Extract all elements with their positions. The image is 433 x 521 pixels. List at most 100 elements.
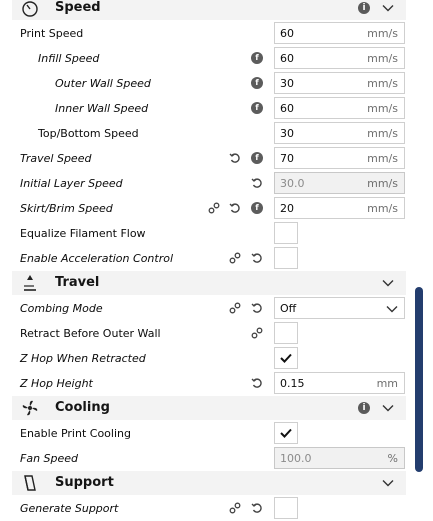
function-icon[interactable]: f: [251, 77, 263, 89]
scrollbar-thumb[interactable]: [415, 287, 423, 472]
setting-row-z-hop-when-retracted: Z Hop When Retracted: [0, 346, 410, 371]
setting-label: Top/Bottom Speed: [38, 127, 139, 140]
field-unit: mm/s: [367, 102, 398, 115]
category-support-header[interactable]: Support: [12, 471, 406, 495]
reset-icon[interactable]: [229, 152, 241, 164]
setting-row-combing-mode: Combing Mode Off: [0, 296, 410, 321]
checkmark-icon: [280, 353, 292, 363]
skirt-brim-speed-input[interactable]: 20 mm/s: [274, 197, 405, 219]
setting-row-enable-print-cooling: Enable Print Cooling: [0, 421, 410, 446]
info-icon[interactable]: i: [358, 2, 370, 14]
infill-speed-input[interactable]: 60 mm/s: [274, 47, 405, 69]
link-icon[interactable]: [229, 252, 241, 264]
function-icon[interactable]: f: [251, 52, 263, 64]
field-value: 30.0: [280, 177, 305, 190]
setting-label: Enable Acceleration Control: [20, 252, 174, 265]
link-icon[interactable]: [208, 202, 220, 214]
support-icon: [24, 475, 36, 491]
link-icon[interactable]: [251, 327, 263, 339]
setting-label: Enable Print Cooling: [20, 427, 131, 440]
field-unit: mm/s: [367, 27, 398, 40]
reset-icon[interactable]: [229, 202, 241, 214]
inner-wall-speed-input[interactable]: 60 mm/s: [274, 97, 405, 119]
category-cooling-title: Cooling: [55, 400, 110, 415]
setting-label: Infill Speed: [38, 52, 100, 65]
enable-acceleration-control-checkbox[interactable]: [274, 247, 298, 269]
equalize-filament-flow-checkbox[interactable]: [274, 222, 298, 244]
generate-support-checkbox[interactable]: [274, 497, 298, 519]
chevron-down-icon[interactable]: [382, 2, 394, 14]
function-icon[interactable]: f: [251, 102, 263, 114]
setting-row-retract-before-outer-wall: Retract Before Outer Wall: [0, 321, 410, 346]
reset-icon[interactable]: [251, 502, 263, 514]
category-support-title: Support: [55, 475, 114, 490]
field-unit: mm/s: [367, 127, 398, 140]
field-value: 70: [280, 152, 294, 165]
checkmark-icon: [280, 428, 292, 438]
chevron-down-icon[interactable]: [382, 477, 394, 489]
setting-row-top-bottom-speed: Top/Bottom Speed 30 mm/s: [0, 121, 410, 146]
z-hop-height-input[interactable]: 0.15 mm: [274, 372, 405, 394]
category-travel-title: Travel: [55, 275, 100, 290]
field-value: 30: [280, 77, 294, 90]
cooling-icon: [22, 400, 38, 416]
print-speed-input[interactable]: 60 mm/s: [274, 22, 405, 44]
link-icon[interactable]: [229, 302, 241, 314]
field-unit: mm/s: [367, 77, 398, 90]
setting-row-outer-wall-speed: Outer Wall Speed f 30 mm/s: [0, 71, 410, 96]
info-icon[interactable]: i: [358, 402, 370, 414]
field-value: 20: [280, 202, 294, 215]
field-unit: %: [387, 452, 398, 465]
field-unit: mm/s: [367, 152, 398, 165]
setting-row-infill-speed: Infill Speed f 60 mm/s: [0, 46, 410, 71]
reset-icon[interactable]: [251, 177, 263, 189]
reset-icon[interactable]: [251, 377, 263, 389]
reset-icon[interactable]: [251, 252, 263, 264]
category-cooling-header[interactable]: Cooling i: [12, 396, 406, 420]
field-value: 0.15: [280, 377, 305, 390]
speed-icon: [22, 1, 38, 17]
initial-layer-speed-input[interactable]: 30.0 mm/s: [274, 172, 405, 194]
setting-label: Outer Wall Speed: [55, 77, 151, 90]
category-speed-header[interactable]: Speed i: [12, 0, 406, 20]
link-icon[interactable]: [229, 502, 241, 514]
setting-row-z-hop-height: Z Hop Height 0.15 mm: [0, 371, 410, 396]
setting-label: Fan Speed: [20, 452, 79, 465]
field-value: 60: [280, 27, 294, 40]
setting-label: Skirt/Brim Speed: [20, 202, 113, 215]
z-hop-when-retracted-checkbox[interactable]: [274, 347, 298, 369]
setting-row-enable-acceleration-control: Enable Acceleration Control: [0, 246, 410, 271]
reset-icon[interactable]: [251, 302, 263, 314]
field-unit: mm/s: [367, 52, 398, 65]
field-unit: mm/s: [367, 177, 398, 190]
category-speed-title: Speed: [55, 0, 101, 15]
setting-row-equalize-filament-flow: Equalize Filament Flow: [0, 221, 410, 246]
travel-speed-input[interactable]: 70 mm/s: [274, 147, 405, 169]
setting-label: Inner Wall Speed: [55, 102, 149, 115]
field-value: 100.0: [280, 452, 312, 465]
field-value: 60: [280, 52, 294, 65]
setting-row-inner-wall-speed: Inner Wall Speed f 60 mm/s: [0, 96, 410, 121]
field-value: 60: [280, 102, 294, 115]
category-travel-header[interactable]: Travel: [12, 271, 406, 295]
retract-before-outer-wall-checkbox[interactable]: [274, 322, 298, 344]
setting-row-skirt-brim-speed: Skirt/Brim Speed f 20 mm/s: [0, 196, 410, 221]
function-icon[interactable]: f: [251, 202, 263, 214]
setting-label: Initial Layer Speed: [20, 177, 123, 190]
outer-wall-speed-input[interactable]: 30 mm/s: [274, 72, 405, 94]
setting-label: Travel Speed: [20, 152, 92, 165]
top-bottom-speed-input[interactable]: 30 mm/s: [274, 122, 405, 144]
combing-mode-select[interactable]: Off: [274, 297, 405, 319]
chevron-down-icon: [386, 306, 398, 313]
chevron-down-icon[interactable]: [382, 402, 394, 414]
enable-print-cooling-checkbox[interactable]: [274, 422, 298, 444]
chevron-down-icon[interactable]: [382, 277, 394, 289]
print-settings-panel: Speed i Print Speed 60 mm/s Infill Speed…: [0, 0, 433, 519]
setting-row-initial-layer-speed: Initial Layer Speed 30.0 mm/s: [0, 171, 410, 196]
function-icon[interactable]: f: [251, 152, 263, 164]
setting-row-fan-speed: Fan Speed 100.0 %: [0, 446, 410, 471]
fan-speed-input[interactable]: 100.0 %: [274, 447, 405, 469]
travel-icon: [24, 275, 36, 291]
setting-row-print-speed: Print Speed 60 mm/s: [0, 21, 410, 46]
setting-label: Z Hop When Retracted: [20, 352, 146, 365]
